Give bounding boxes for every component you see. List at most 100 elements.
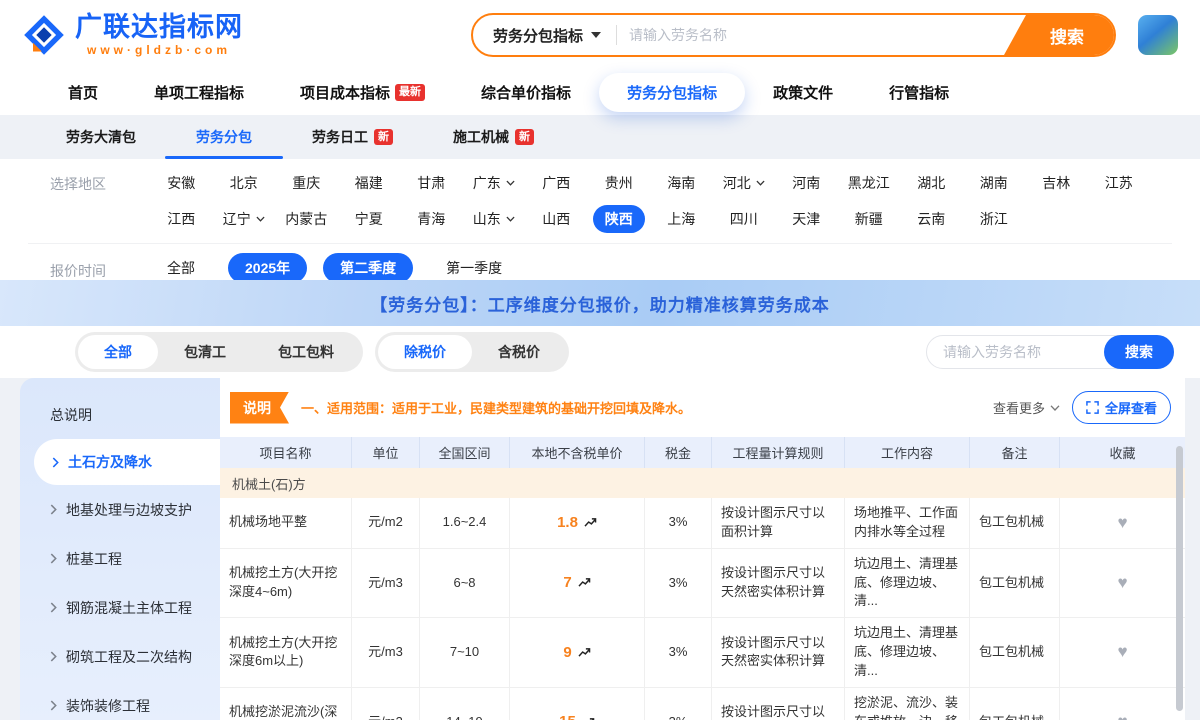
region-chip[interactable]: 山西 [530, 205, 582, 233]
region-chip[interactable]: 安徽 [155, 169, 207, 197]
chevron-down-icon [756, 180, 765, 186]
nav-item-3[interactable]: 综合单价指标 [453, 73, 599, 112]
table-search-button[interactable]: 搜索 [1104, 335, 1174, 369]
favorite-heart-icon[interactable]: ♥ [1117, 640, 1127, 665]
favorite-heart-icon[interactable]: ♥ [1117, 571, 1127, 596]
region-chip-label: 江西 [167, 209, 195, 229]
nav-item-1[interactable]: 单项工程指标 [126, 73, 272, 112]
region-cell: 海南 [650, 169, 713, 197]
nav-item-2[interactable]: 项目成本指标最新 [272, 73, 453, 112]
region-chip[interactable]: 山东 [461, 205, 527, 233]
region-chip[interactable]: 贵州 [593, 169, 645, 197]
nav-item-label: 单项工程指标 [154, 82, 244, 103]
sidebar-item-3[interactable]: 桩基工程 [20, 534, 220, 583]
sidebar-item-6[interactable]: 装饰装修工程 [20, 681, 220, 720]
search-category-dropdown[interactable]: 劳务分包指标 [473, 25, 616, 46]
favorite-heart-icon[interactable]: ♥ [1117, 710, 1127, 720]
region-chip-label: 辽宁 [223, 209, 251, 229]
sidebar-item-4[interactable]: 钢筋混凝土主体工程 [20, 583, 220, 632]
region-chip[interactable]: 广西 [530, 169, 582, 197]
nav-item-6[interactable]: 行管指标 [861, 73, 977, 112]
view-more-label: 查看更多 [993, 398, 1045, 417]
nav-item-4[interactable]: 劳务分包指标 [599, 73, 745, 112]
region-chip[interactable]: 宁夏 [343, 205, 395, 233]
time-chip[interactable]: 第二季度 [323, 253, 413, 280]
description-badge: 说明 [230, 392, 289, 424]
segment-tab[interactable]: 除税价 [378, 335, 472, 369]
region-chip[interactable]: 江苏 [1093, 169, 1145, 197]
sidebar-item-2[interactable]: 地基处理与边坡支护 [20, 485, 220, 534]
brand-logo-icon [22, 13, 66, 57]
price-value: 9 [563, 642, 571, 664]
subnav-item-2[interactable]: 劳务日工新 [282, 115, 423, 159]
time-chip[interactable]: 第一季度 [429, 253, 519, 280]
region-chip[interactable]: 青海 [405, 205, 457, 233]
region-chip[interactable]: 湖南 [968, 169, 1020, 197]
sidebar-item-label: 装饰装修工程 [66, 696, 150, 716]
nav-item-label: 项目成本指标 [300, 82, 390, 103]
subnav-item-1[interactable]: 劳务分包 [166, 115, 282, 159]
region-chip[interactable]: 福建 [343, 169, 395, 197]
region-chip[interactable]: 四川 [718, 205, 770, 233]
sidebar-item-0[interactable]: 总说明 [20, 390, 220, 439]
user-avatar[interactable] [1138, 15, 1178, 55]
region-chip[interactable]: 黑龙江 [836, 169, 902, 197]
region-chip[interactable]: 浙江 [968, 205, 1020, 233]
work-content-cell: 坑边甩土、清理基底、修理边坡、清... [845, 549, 970, 618]
segment-tab[interactable]: 含税价 [472, 335, 566, 369]
segment-tab[interactable]: 包清工 [158, 335, 252, 369]
header-search-input[interactable] [617, 27, 1004, 43]
region-chip[interactable]: 北京 [218, 169, 270, 197]
header-search-button[interactable]: 搜索 [1004, 15, 1114, 55]
brand-subtitle: www·gldzb·com [75, 43, 243, 57]
nav-item-5[interactable]: 政策文件 [745, 73, 861, 112]
table-column-header: 全国区间 [420, 437, 510, 468]
scrollbar-thumb[interactable] [1176, 446, 1183, 711]
nav-item-label: 综合单价指标 [481, 82, 571, 103]
region-chip[interactable]: 新疆 [843, 205, 895, 233]
sidebar-item-label: 土石方及降水 [68, 452, 152, 472]
chevron-right-icon [50, 700, 57, 711]
sidebar-item-5[interactable]: 砌筑工程及二次结构 [20, 632, 220, 681]
table-column-header: 收藏 [1060, 437, 1185, 468]
region-chip[interactable]: 天津 [780, 205, 832, 233]
favorite-heart-icon[interactable]: ♥ [1117, 511, 1127, 536]
region-chip[interactable]: 上海 [655, 205, 707, 233]
region-chip[interactable]: 甘肃 [405, 169, 457, 197]
chevron-down-icon [256, 216, 265, 222]
region-chip[interactable]: 吉林 [1030, 169, 1082, 197]
tax-cell: 3% [645, 618, 712, 687]
filters-card: 选择地区 安徽北京重庆福建甘肃广东广西贵州海南河北河南黑龙江湖北湖南吉林江苏江西… [0, 159, 1200, 280]
region-chip-label: 黑龙江 [848, 173, 890, 193]
sidebar-item-1[interactable]: 土石方及降水 [34, 439, 220, 485]
region-chip[interactable]: 广东 [461, 169, 527, 197]
subnav-item-0[interactable]: 劳务大清包 [36, 115, 166, 159]
time-chip[interactable]: 2025年 [228, 253, 307, 280]
nav-item-0[interactable]: 首页 [40, 73, 126, 112]
region-cell: 山西 [525, 205, 588, 233]
unit-cell: 元/m2 [352, 498, 420, 548]
subnav-item-3[interactable]: 施工机械新 [423, 115, 564, 159]
region-cell: 上海 [650, 205, 713, 233]
new-badge: 新 [515, 129, 534, 145]
segment-tab[interactable]: 包工包料 [252, 335, 360, 369]
region-chip[interactable]: 江西 [155, 205, 207, 233]
region-chip-label: 湖北 [917, 173, 945, 193]
fullscreen-button[interactable]: 全屏查看 [1072, 391, 1171, 424]
project-name-cell: 机械挖淤泥流沙(深度6m以内) [220, 688, 352, 720]
region-chip[interactable]: 重庆 [280, 169, 332, 197]
region-chip[interactable]: 内蒙古 [273, 205, 339, 233]
region-chip[interactable]: 陕西 [593, 205, 645, 233]
region-chip[interactable]: 湖北 [905, 169, 957, 197]
region-chip[interactable]: 河北 [711, 169, 777, 197]
region-chip[interactable]: 海南 [655, 169, 707, 197]
region-chip[interactable]: 河南 [780, 169, 832, 197]
region-chip-label: 甘肃 [417, 173, 445, 193]
region-chip[interactable]: 辽宁 [211, 205, 277, 233]
region-chip[interactable]: 云南 [905, 205, 957, 233]
time-chip[interactable]: 全部 [150, 253, 212, 280]
segment-tab[interactable]: 全部 [78, 335, 158, 369]
region-chip-label: 湖南 [980, 173, 1008, 193]
view-more[interactable]: 查看更多 [993, 398, 1060, 417]
logo[interactable]: 广联达指标网 www·gldzb·com [22, 13, 243, 57]
